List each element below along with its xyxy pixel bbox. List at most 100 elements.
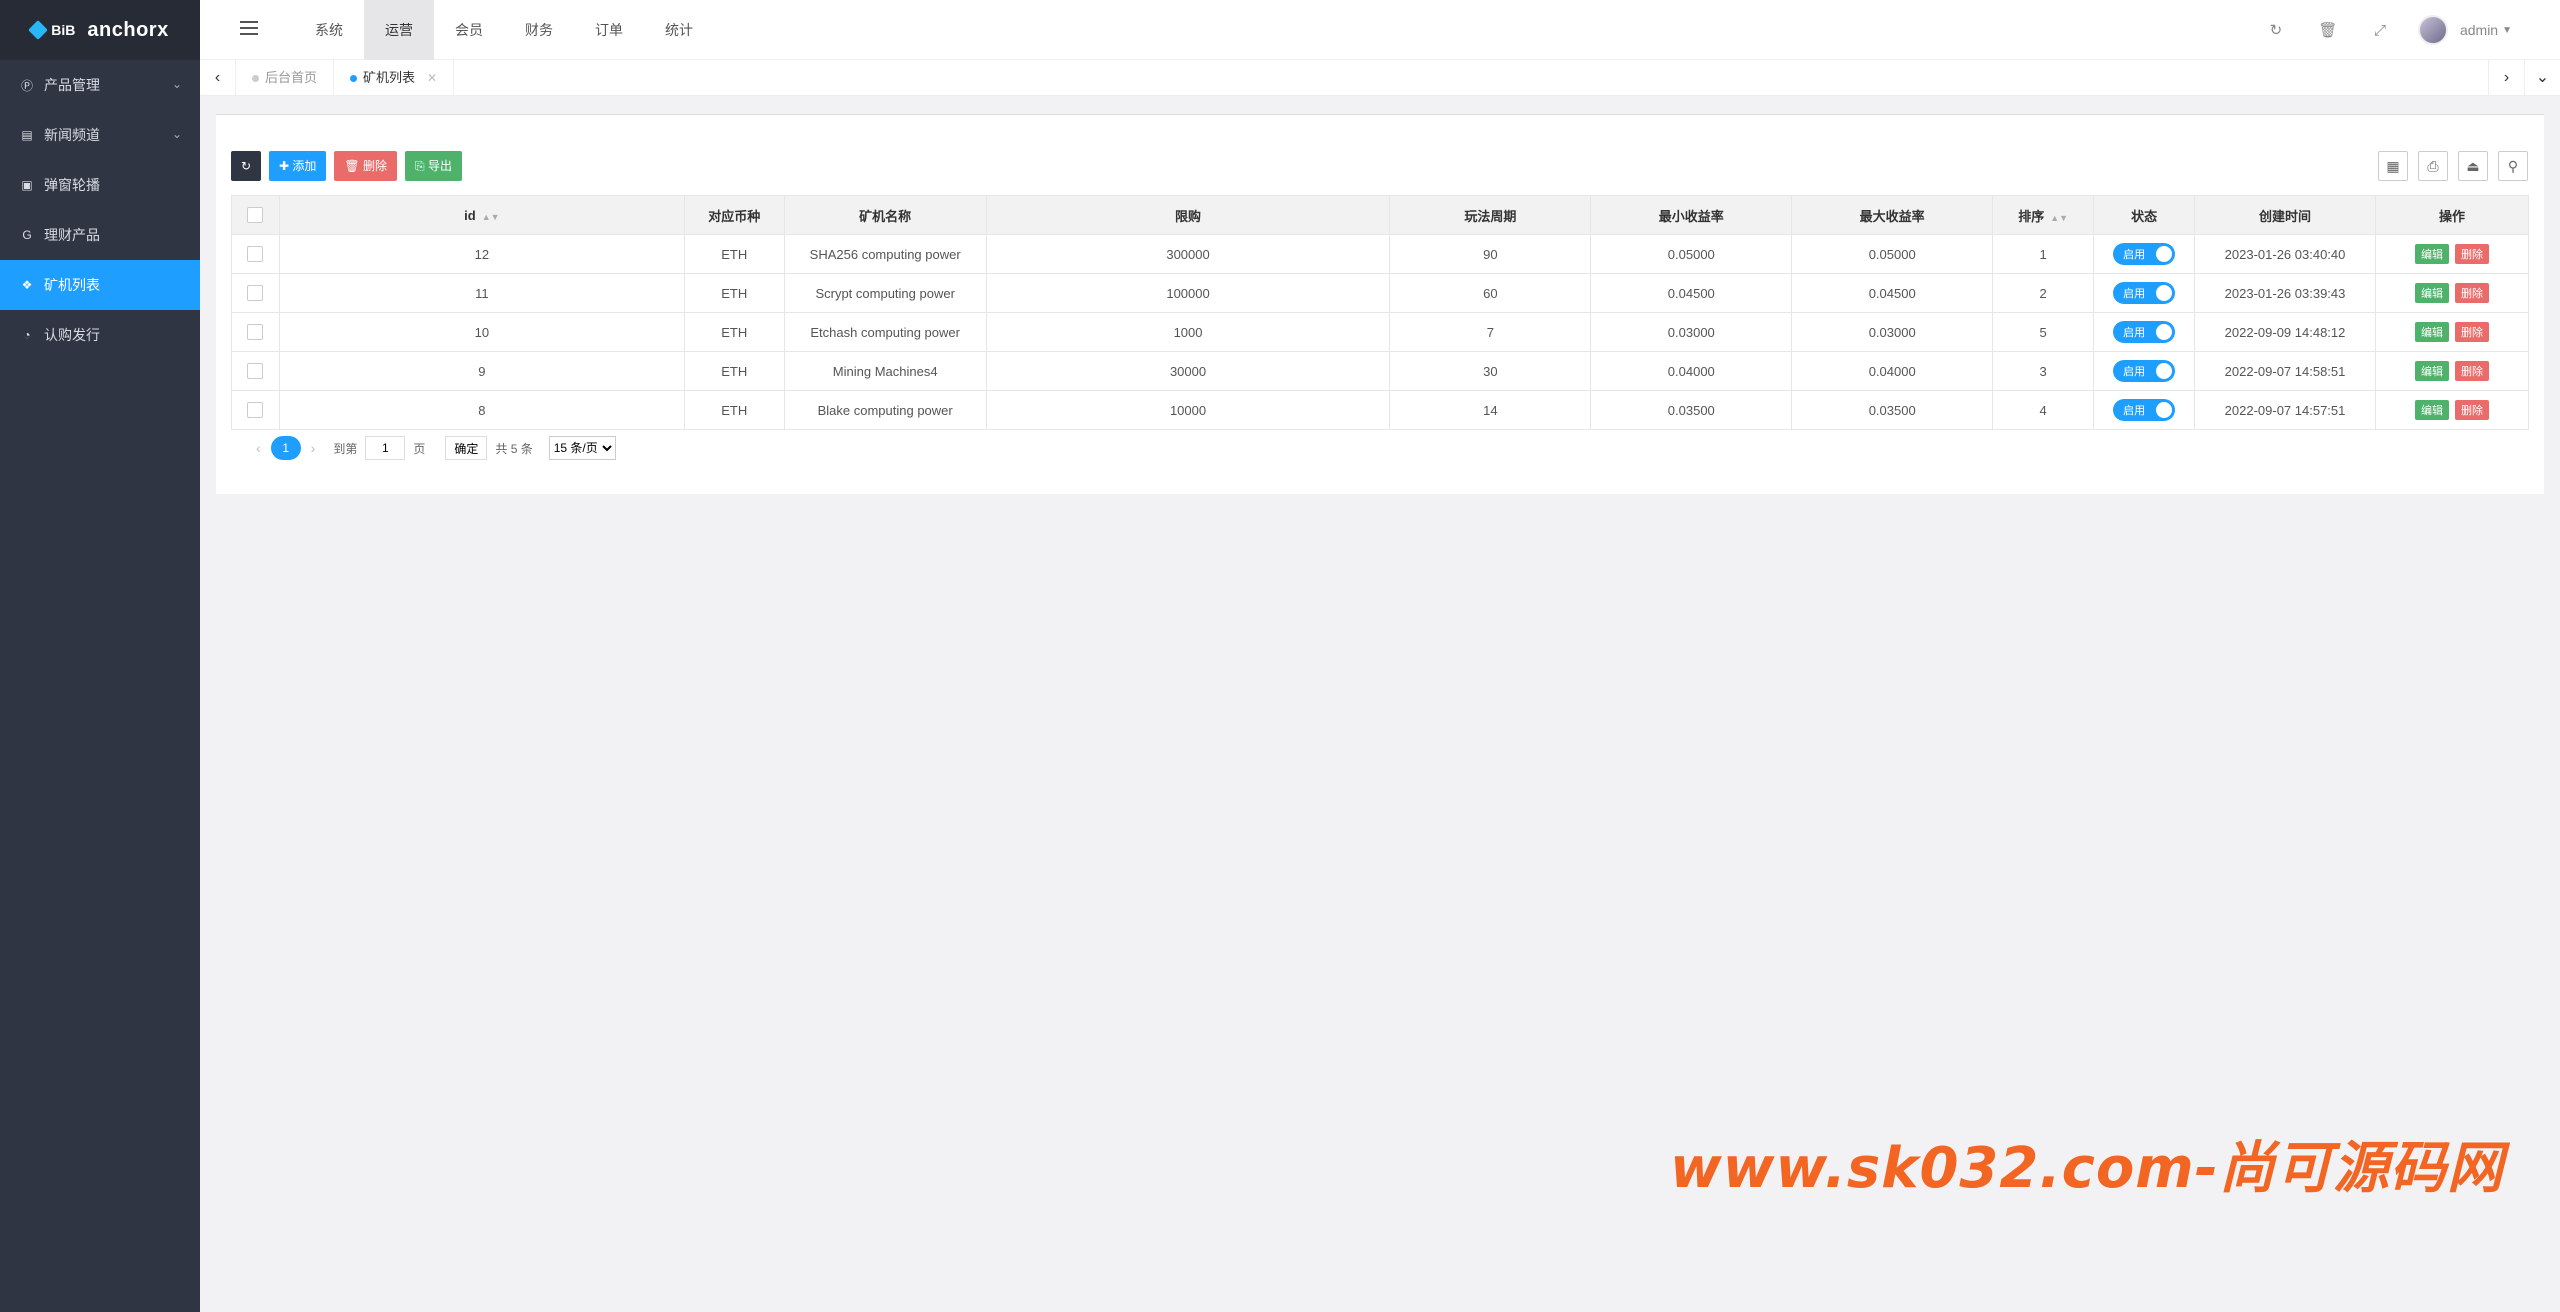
- row-checkbox[interactable]: [247, 324, 264, 341]
- edit-button[interactable]: 编辑: [2414, 322, 2449, 342]
- watermark: www.sk032.com-尚可源码网: [1670, 1136, 2504, 1201]
- delete-row-button[interactable]: 删除: [2454, 322, 2489, 342]
- edit-button[interactable]: 编辑: [2414, 244, 2449, 264]
- select-all-checkbox[interactable]: [247, 207, 264, 224]
- delete-row-button[interactable]: 删除: [2454, 244, 2489, 264]
- menu-toggle-icon[interactable]: [240, 21, 258, 37]
- row-checkbox[interactable]: [247, 402, 264, 419]
- column-header: 对应币种: [683, 195, 785, 235]
- export-icon[interactable]: ⏏: [2458, 151, 2488, 181]
- status-toggle[interactable]: 启用: [2113, 360, 2176, 382]
- table-cell: 10: [278, 312, 685, 352]
- cubes-icon: ❖: [21, 278, 33, 292]
- page-tab[interactable]: 矿机列表 ✕: [334, 60, 455, 96]
- edit-button[interactable]: 编辑: [2414, 361, 2449, 381]
- top-nav-item[interactable]: 运营: [364, 0, 434, 60]
- table-cell: ETH: [683, 390, 785, 430]
- tabs-menu-chevron-icon[interactable]: ⌄: [2524, 60, 2560, 96]
- table-cell: 启用: [2093, 312, 2196, 352]
- tabs-scroll-left-icon[interactable]: ‹: [200, 60, 236, 96]
- page-size-select[interactable]: 15 条/页: [548, 436, 616, 460]
- refresh-button[interactable]: ↻: [231, 151, 261, 181]
- table-cell: 8: [278, 390, 685, 430]
- table-cell: Etchash computing power: [783, 312, 987, 352]
- next-page-icon[interactable]: ›: [311, 440, 316, 456]
- tabs-scroll-right-icon[interactable]: ›: [2488, 60, 2524, 96]
- export-button-label: 导出: [427, 159, 452, 173]
- column-header[interactable]: id ▲▼: [278, 195, 685, 235]
- sidebar-item-label: 认购发行: [44, 327, 100, 343]
- sidebar-item[interactable]: G 理财产品: [0, 210, 200, 260]
- sort-icon[interactable]: ▲▼: [2050, 213, 2068, 223]
- status-toggle-label: 启用: [2123, 249, 2146, 261]
- delete-button-label: 删除: [362, 159, 387, 173]
- status-toggle[interactable]: 启用: [2113, 321, 2176, 343]
- fullscreen-icon[interactable]: ⤢: [2354, 22, 2406, 39]
- pagination: ‹ 1 › 到第 页 确定 共 5 条 15 条/页: [246, 436, 616, 460]
- add-button[interactable]: ✚ 添加: [269, 151, 327, 181]
- export-button[interactable]: ⎘ 导出: [405, 151, 462, 181]
- miner-table: id ▲▼ 对应币种 矿机名称 限购 玩法周期 最小收益率 最大收益率 排序 ▲▼ 状态 创建时间 操作…: [231, 195, 2530, 430]
- current-page[interactable]: 1: [270, 436, 301, 460]
- table-cell: 90: [1389, 234, 1592, 274]
- sidebar-item[interactable]: ▣ 弹窗轮播: [0, 160, 200, 210]
- actions-cell: 编辑 删除: [2374, 273, 2530, 313]
- goto-label: 到第: [333, 441, 358, 456]
- close-icon[interactable]: ✕: [427, 60, 437, 96]
- table-cell: 2022-09-07 14:57:51: [2194, 390, 2376, 430]
- top-nav-item[interactable]: 统计: [644, 0, 714, 60]
- column-header-label: 创建时间: [2259, 208, 2312, 224]
- status-toggle[interactable]: 启用: [2113, 243, 2176, 265]
- page-tab[interactable]: 后台首页: [236, 60, 335, 96]
- row-checkbox[interactable]: [247, 285, 264, 302]
- edit-button[interactable]: 编辑: [2414, 283, 2449, 303]
- logo[interactable]: BiB anchorx: [0, 0, 200, 60]
- column-header: 最小收益率: [1590, 195, 1793, 235]
- goto-confirm-button[interactable]: 确定: [445, 436, 488, 460]
- top-nav-item[interactable]: 订单: [574, 0, 644, 60]
- toggle-knob: [2156, 285, 2173, 301]
- page-label: 页: [413, 441, 426, 456]
- prev-page-icon[interactable]: ‹: [256, 440, 261, 456]
- trash-icon[interactable]: 🗑: [2302, 21, 2354, 39]
- goto-page-input[interactable]: [365, 436, 406, 460]
- sidebar-item[interactable]: ❖ 矿机列表: [0, 260, 200, 310]
- delete-row-button[interactable]: 删除: [2454, 400, 2489, 420]
- actions-cell: 编辑 删除: [2374, 312, 2530, 352]
- top-nav-item[interactable]: 财务: [504, 0, 574, 60]
- search-icon[interactable]: ⚲: [2498, 151, 2528, 181]
- row-checkbox[interactable]: [247, 363, 264, 380]
- table-cell: 启用: [2093, 273, 2196, 313]
- column-header[interactable]: 排序 ▲▼: [1992, 195, 2095, 235]
- delete-row-button[interactable]: 删除: [2454, 361, 2489, 381]
- top-nav-item[interactable]: 会员: [434, 0, 504, 60]
- user-menu[interactable]: admin ▼: [2406, 15, 2560, 45]
- delete-button[interactable]: 🗑 删除: [334, 151, 397, 181]
- table-cell: 启用: [2093, 351, 2196, 391]
- sidebar-item[interactable]: Ⓟ 产品管理 ⌄: [0, 60, 200, 110]
- table-header: id ▲▼ 对应币种 矿机名称 限购 玩法周期 最小收益率 最大收益率 排序 ▲▼ 状态 创建时间 操作: [231, 195, 2530, 235]
- table-cell: 60: [1389, 273, 1592, 313]
- table-cell: 300000: [985, 234, 1391, 274]
- delete-row-button[interactable]: 删除: [2454, 283, 2489, 303]
- edit-button[interactable]: 编辑: [2414, 400, 2449, 420]
- table-cell: 0.03500: [1791, 390, 1994, 430]
- top-nav-item[interactable]: 系统: [294, 0, 364, 60]
- print-icon[interactable]: ⎙: [2418, 151, 2448, 181]
- sidebar-item[interactable]: ▤ 新闻频道 ⌄: [0, 110, 200, 160]
- sort-icon[interactable]: ▲▼: [482, 212, 500, 222]
- status-toggle[interactable]: 启用: [2113, 399, 2176, 421]
- brand-mark: BiB: [51, 22, 76, 38]
- column-header: 玩法周期: [1389, 195, 1592, 235]
- status-toggle[interactable]: 启用: [2113, 282, 2176, 304]
- status-toggle-label: 启用: [2123, 366, 2146, 378]
- columns-icon[interactable]: ▦: [2378, 151, 2408, 181]
- table-body: 12 ETH SHA256 computing power 300000 90 0.050…: [231, 234, 2530, 430]
- sidebar-item-label: 弹窗轮播: [44, 177, 100, 193]
- table-cell: 100000: [985, 273, 1391, 313]
- sidebar-item[interactable]: ◔ 认购发行: [0, 310, 200, 360]
- row-checkbox[interactable]: [247, 246, 264, 263]
- table-cell: 1000: [985, 312, 1391, 352]
- refresh-icon[interactable]: ↻: [2250, 21, 2302, 39]
- table-cell: 2023-01-26 03:39:43: [2194, 273, 2376, 313]
